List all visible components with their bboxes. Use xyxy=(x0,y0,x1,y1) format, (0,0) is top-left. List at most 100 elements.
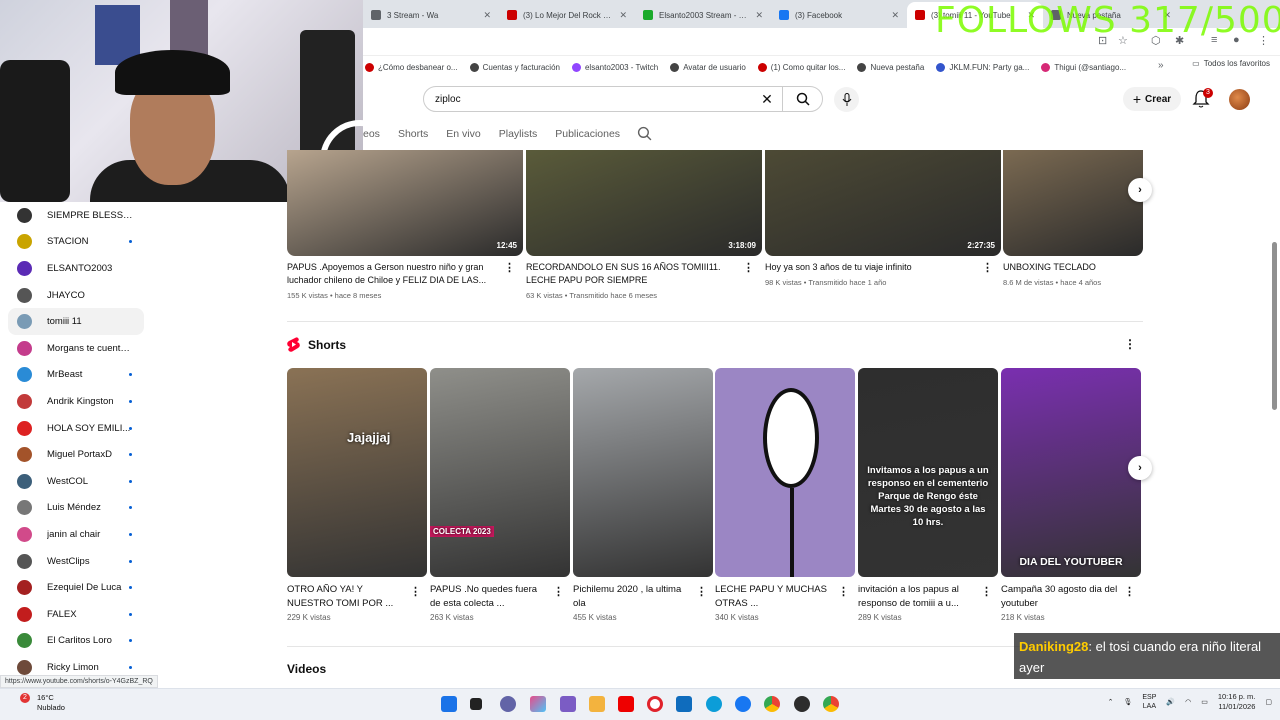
browser-tab[interactable]: (3) Lo Mejor Del Rock En E ✕ xyxy=(499,2,635,28)
channel-tab[interactable]: eos xyxy=(363,128,380,140)
channel-tab[interactable]: Publicaciones xyxy=(555,128,620,140)
more-options-icon[interactable]: ⋮ xyxy=(1124,337,1136,351)
bookmark-item[interactable]: Nueva pestaña xyxy=(857,62,924,72)
short-title[interactable]: Campaña 30 agosto dia del youtuber xyxy=(1001,583,1121,611)
video-title[interactable]: RECORDANDOLO EN SUS 16 AÑOS TOMIII11. LE… xyxy=(526,261,746,287)
all-bookmarks[interactable]: ▭ Todos los favoritos xyxy=(1192,59,1270,68)
clock[interactable]: 10:16 p. m. 11/01/2026 xyxy=(1218,692,1256,712)
weather-widget[interactable]: 2 16°C Nublado xyxy=(20,693,65,713)
more-options-icon[interactable]: ⋮ xyxy=(1124,585,1135,598)
voice-search-button[interactable] xyxy=(834,87,859,112)
bookmark-item[interactable]: Avatar de usuario xyxy=(670,62,746,72)
video-title[interactable]: Hoy ya son 3 años de tu viaje infinito xyxy=(765,261,985,274)
video-thumbnail[interactable]: 3:18:09 xyxy=(526,150,762,256)
short-card[interactable]: DIA DEL YOUTUBER Campaña 30 agosto dia de… xyxy=(1001,368,1141,622)
close-icon[interactable]: ✕ xyxy=(483,10,491,21)
microphone-icon[interactable]: 🎙 xyxy=(1123,698,1132,706)
bookmark-item[interactable]: Cuentas y facturación xyxy=(469,62,560,72)
short-card[interactable]: Jajajjaj OTRO AÑO YA! Y NUESTRO TOMI POR … xyxy=(287,368,427,622)
youtube-app-icon[interactable] xyxy=(618,696,634,712)
volume-icon[interactable]: 🔊 xyxy=(1166,698,1175,706)
bookmark-item[interactable]: (1) Como quitar los... xyxy=(757,62,845,72)
wifi-icon[interactable]: ◠ xyxy=(1185,698,1191,706)
search-input[interactable]: ziploc ✕ xyxy=(423,86,823,112)
subscription-item[interactable]: El Carlitos Loro xyxy=(0,628,150,655)
short-title[interactable]: Pichilemu 2020 , la ultima ola xyxy=(573,583,693,611)
chevron-up-icon[interactable]: ⌃ xyxy=(1108,698,1114,706)
battery-icon[interactable]: ▭ xyxy=(1201,698,1208,706)
channel-tab[interactable]: Shorts xyxy=(398,128,428,140)
channel-tab[interactable]: En vivo xyxy=(446,128,480,140)
short-thumbnail[interactable] xyxy=(573,368,713,577)
video-card[interactable]: UNBOXING TECLADO 8.6 M de vistas • hace 4… xyxy=(1003,150,1143,287)
short-card[interactable]: LECHE PAPU Y MUCHAS OTRAS ... 340 K vista… xyxy=(715,368,855,622)
file-explorer-icon[interactable] xyxy=(589,696,605,712)
search-button[interactable] xyxy=(782,87,822,111)
scrollbar[interactable] xyxy=(1272,242,1277,410)
next-videos-button[interactable]: › xyxy=(1128,178,1152,202)
video-title[interactable]: PAPUS .Apoyemos a Gerson nuestro niño y … xyxy=(287,261,507,287)
subscription-item[interactable]: Morgans te cuenta ... xyxy=(0,335,150,362)
short-title[interactable]: OTRO AÑO YA! Y NUESTRO TOMI POR ... xyxy=(287,583,407,611)
edge-icon[interactable] xyxy=(706,696,722,712)
subscription-item[interactable]: WestClips xyxy=(0,548,150,575)
short-thumbnail[interactable] xyxy=(715,368,855,577)
chat-app-icon[interactable] xyxy=(500,696,516,712)
more-options-icon[interactable]: ⋮ xyxy=(553,585,564,598)
video-thumbnail[interactable] xyxy=(1003,150,1143,256)
subscription-item[interactable]: MrBeast xyxy=(0,362,150,389)
subscription-item[interactable]: JHAYCO xyxy=(0,282,150,309)
task-view-icon[interactable] xyxy=(470,698,482,710)
short-card[interactable]: Pichilemu 2020 , la ultima ola 455 K vist… xyxy=(573,368,713,622)
bookmark-item[interactable]: elsanto2003 - Twitch xyxy=(571,62,658,72)
steam-icon[interactable] xyxy=(794,696,810,712)
subscription-item[interactable]: HOLA SOY EMILI... xyxy=(0,415,150,442)
facebook-icon[interactable] xyxy=(735,696,751,712)
close-icon[interactable]: ✕ xyxy=(619,10,627,21)
more-options-icon[interactable]: ⋮ xyxy=(982,261,993,274)
short-thumbnail[interactable]: COLECTA 2023 xyxy=(430,368,570,577)
subscription-item[interactable]: janin al chair xyxy=(0,521,150,548)
more-options-icon[interactable]: ⋮ xyxy=(504,261,515,274)
clear-icon[interactable]: ✕ xyxy=(752,91,782,108)
video-thumbnail[interactable]: 12:45 xyxy=(287,150,523,256)
bookmark-item[interactable]: ¿Cómo desbanear o... xyxy=(365,62,458,72)
more-options-icon[interactable]: ⋮ xyxy=(696,585,707,598)
browser-tab[interactable]: 3 Stream - Wa ✕ xyxy=(363,2,499,28)
more-options-icon[interactable]: ⋮ xyxy=(743,261,754,274)
subscription-item[interactable]: SIEMPRE BLESSD ... xyxy=(0,202,150,229)
chrome-icon[interactable] xyxy=(764,696,780,712)
teams-icon[interactable] xyxy=(560,696,576,712)
chevron-right-icon[interactable]: » xyxy=(1158,60,1164,71)
short-title[interactable]: invitación a los papus al responso de to… xyxy=(858,583,978,611)
short-thumbnail[interactable]: DIA DEL YOUTUBER xyxy=(1001,368,1141,577)
more-options-icon[interactable]: ⋮ xyxy=(838,585,849,598)
subscription-item[interactable]: Miguel PortaxD xyxy=(0,441,150,468)
video-card[interactable]: 2:27:35 Hoy ya son 3 años de tu viaje inf… xyxy=(765,150,1001,287)
more-options-icon[interactable]: ⋮ xyxy=(410,585,421,598)
subscription-item[interactable]: WestCOL xyxy=(0,468,150,495)
store-icon[interactable] xyxy=(676,696,692,712)
video-title[interactable]: UNBOXING TECLADO xyxy=(1003,261,1138,274)
browser-tab[interactable]: (3) Facebook ✕ xyxy=(771,2,907,28)
subscription-item[interactable]: Ezequiel De Luca xyxy=(0,574,150,601)
channel-search-icon[interactable] xyxy=(637,126,652,141)
short-title[interactable]: LECHE PAPU Y MUCHAS OTRAS ... xyxy=(715,583,835,611)
notification-center-icon[interactable]: ▢ xyxy=(1265,698,1272,706)
create-button[interactable]: + Crear xyxy=(1123,87,1181,111)
short-card[interactable]: Invitamos a los papus a un responso en e… xyxy=(858,368,998,622)
opera-icon[interactable] xyxy=(647,696,663,712)
more-options-icon[interactable]: ⋮ xyxy=(981,585,992,598)
language-indicator[interactable]: ESP LAA xyxy=(1142,693,1156,711)
close-icon[interactable]: ✕ xyxy=(891,10,899,21)
chrome-profile-icon[interactable] xyxy=(823,696,839,712)
bookmark-item[interactable]: Thigui (@santiago... xyxy=(1041,62,1126,72)
bookmark-item[interactable]: JKLM.FUN: Party ga... xyxy=(936,62,1029,72)
browser-tab[interactable]: Elsanto2003 Stream - Wa ✕ xyxy=(635,2,771,28)
subscription-item[interactable]: Andrik Kingston xyxy=(0,388,150,415)
video-card[interactable]: 12:45 PAPUS .Apoyemos a Gerson nuestro ni… xyxy=(287,150,523,300)
subscription-item[interactable]: FALEX xyxy=(0,601,150,628)
subscription-item[interactable]: ELSANTO2003 xyxy=(0,255,150,282)
subscription-item[interactable]: STACION xyxy=(0,229,150,256)
copilot-icon[interactable] xyxy=(530,696,546,712)
